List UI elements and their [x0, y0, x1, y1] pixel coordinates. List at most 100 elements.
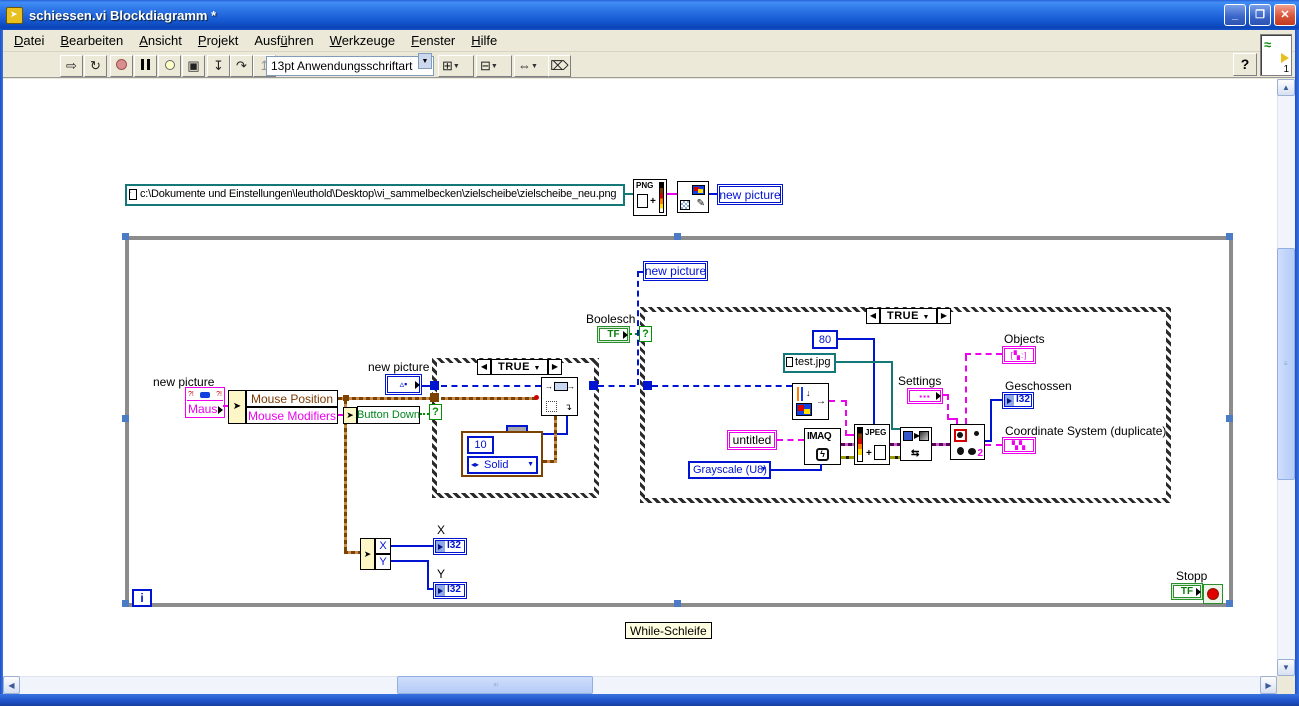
enum-caret-icon[interactable]: ▼: [760, 466, 767, 473]
case-prev-arrow-icon[interactable]: ◀: [477, 359, 491, 375]
png-path-constant[interactable]: : c:\Dokumente und Einstellungen\leuthol…: [125, 184, 625, 206]
grayscale-enum-constant[interactable]: Grayscale (U8) ▼: [688, 461, 771, 479]
objects-indicator-terminal[interactable]: [▚:]: [1002, 346, 1036, 364]
case-selector-label-draw[interactable]: ◀ TRUE ▼ ▶: [477, 359, 562, 375]
pause-icon: [141, 59, 150, 70]
imaq-count-objects-node[interactable]: 2: [950, 424, 985, 460]
case-next-arrow-icon[interactable]: ▶: [936, 308, 951, 324]
scroll-left-button[interactable]: ◀: [3, 676, 20, 694]
unbundle2-input-terminal[interactable]: ➤: [343, 407, 357, 424]
menu-werkzeuge[interactable]: Werkzeuge: [322, 31, 404, 50]
stopp-control-terminal[interactable]: TF: [1171, 583, 1203, 600]
pause-button[interactable]: [134, 55, 157, 77]
case-selector-value[interactable]: TRUE ▼: [880, 308, 937, 324]
unbundle-row-mouse-modifiers[interactable]: Mouse Modifiers: [246, 407, 338, 424]
align-objects-button[interactable]: ⊞▼: [438, 55, 474, 77]
unbundle-row-mouse-position[interactable]: Mouse Position: [246, 390, 338, 407]
resize-objects-button[interactable]: ⇔▼: [514, 55, 550, 77]
new-picture-indicator-loop[interactable]: new picture: [643, 261, 708, 281]
menu-ausfuehren[interactable]: Ausführen: [246, 31, 321, 50]
selection-handle[interactable]: [1226, 415, 1233, 422]
selection-handle[interactable]: [674, 600, 681, 607]
y-indicator-terminal[interactable]: I32: [433, 582, 467, 599]
menu-fenster[interactable]: Fenster: [403, 31, 463, 50]
case-prev-arrow-icon[interactable]: ◀: [866, 308, 880, 324]
menu-ansicht[interactable]: Ansicht: [131, 31, 190, 50]
enum-inc-dec-icon[interactable]: ◂▸: [471, 460, 479, 469]
picture-to-pixmap-node[interactable]: ↓ →: [792, 383, 829, 420]
selection-handle[interactable]: [122, 233, 129, 240]
wire-x: [391, 545, 433, 547]
scroll-up-button[interactable]: ▲: [1277, 79, 1295, 96]
selection-handle[interactable]: [1226, 600, 1233, 607]
maus-control-terminal[interactable]: ?!?! Maus: [185, 387, 225, 418]
unbundle-cell-y[interactable]: Y: [375, 554, 391, 570]
scroll-right-button[interactable]: ▶: [1260, 676, 1277, 694]
case-selector-value[interactable]: TRUE ▼: [491, 359, 548, 375]
array-cluster-glyph-icon: [▚:]: [1010, 350, 1028, 360]
quality-constant[interactable]: 80: [812, 330, 838, 349]
menu-bearbeiten[interactable]: Bearbeiten: [52, 31, 131, 50]
run-button[interactable]: ⇨: [60, 55, 83, 77]
selection-handle[interactable]: [674, 233, 681, 240]
new-picture-indicator-top[interactable]: new picture: [717, 184, 783, 205]
new-picture-local-variable[interactable]: ▵▪: [385, 374, 422, 395]
distribute-objects-button[interactable]: ⊟▼: [476, 55, 512, 77]
settings-control-terminal[interactable]: ▪▪▪: [907, 388, 943, 404]
vi-icon-badge[interactable]: ≈ 1: [1260, 34, 1292, 76]
case-next-arrow-icon[interactable]: ▶: [547, 359, 562, 375]
png-node-label: PNG: [636, 181, 654, 190]
minimize-button[interactable]: _: [1224, 4, 1246, 26]
menu-projekt[interactable]: Projekt: [190, 31, 246, 50]
vertical-scroll-thumb[interactable]: ≡: [1277, 248, 1295, 480]
read-png-file-node[interactable]: PNG +: [633, 179, 667, 216]
boolesch-control-terminal[interactable]: TF: [597, 326, 630, 343]
loop-condition-terminal[interactable]: [1203, 584, 1223, 604]
labview-app-icon: [6, 6, 23, 24]
unbundle-cell-x[interactable]: X: [375, 538, 391, 554]
context-help-button[interactable]: ?: [1233, 53, 1257, 76]
font-selector[interactable]: 13pt Anwendungsschriftart: [266, 56, 434, 76]
unbundle-input-terminal[interactable]: ➤: [228, 390, 246, 424]
enum-caret-icon[interactable]: ▼: [527, 461, 534, 468]
pen-cluster-constant[interactable]: 10 ◂▸ Solid ▼: [461, 431, 543, 477]
menu-hilfe[interactable]: Hilfe: [463, 31, 505, 50]
wire-jpg-path: [836, 361, 893, 363]
y-indicator-label: Y: [437, 567, 446, 581]
case-selector-label-process[interactable]: ◀ TRUE ▼ ▶: [866, 308, 951, 324]
imaq-write-file-node[interactable]: ▶ ⇆: [900, 427, 932, 461]
scroll-down-button[interactable]: ▼: [1277, 659, 1295, 676]
x-indicator-terminal[interactable]: I32: [433, 538, 467, 555]
horizontal-scrollbar[interactable]: [3, 676, 1277, 694]
grayscale-value: Grayscale (U8): [693, 464, 767, 476]
jpg-path-constant[interactable]: test.jpg: [783, 353, 836, 373]
pen-style-enum[interactable]: ◂▸ Solid ▼: [467, 456, 538, 474]
untitled-string-constant[interactable]: untitled: [727, 430, 777, 450]
geschossen-indicator-terminal[interactable]: I32: [1002, 392, 1034, 409]
write-jpeg-file-node[interactable]: JPEG +: [854, 424, 890, 465]
retain-wire-values-button[interactable]: ▣: [182, 55, 205, 77]
step-into-button[interactable]: ↧: [207, 55, 230, 77]
close-button[interactable]: ✕: [1274, 4, 1296, 26]
highlight-execution-button[interactable]: [158, 55, 181, 77]
loop-iteration-terminal[interactable]: i: [132, 589, 152, 607]
run-continuously-button[interactable]: ↻: [84, 55, 107, 77]
selection-handle[interactable]: [122, 415, 129, 422]
selection-handle[interactable]: [1226, 233, 1233, 240]
coordinate-system-indicator-terminal[interactable]: ▚▚: [1002, 437, 1036, 454]
selection-handle[interactable]: [122, 600, 129, 607]
stopp-label: Stopp: [1176, 569, 1208, 583]
cleanup-diagram-button[interactable]: ⌦: [548, 55, 571, 77]
imaq-create-node[interactable]: IMAQ ϟ: [804, 428, 841, 465]
menu-datei[interactable]: Datei: [6, 31, 52, 50]
horizontal-scroll-thumb[interactable]: ≡: [397, 676, 593, 694]
pen-size-constant[interactable]: 10: [467, 436, 494, 454]
unbundle-row-button-down[interactable]: Button Down: [357, 406, 420, 424]
draw-flattened-pixmap-node[interactable]: ✎: [677, 181, 709, 213]
draw-rectangle-node[interactable]: → → ↴: [541, 377, 578, 416]
step-over-button[interactable]: ↷: [230, 55, 253, 77]
maximize-button[interactable]: ❐: [1249, 4, 1271, 26]
font-selector-caret-icon[interactable]: ▼: [418, 53, 432, 69]
abort-button[interactable]: [110, 55, 133, 77]
unbundle-xy-input[interactable]: ➤: [360, 538, 375, 570]
